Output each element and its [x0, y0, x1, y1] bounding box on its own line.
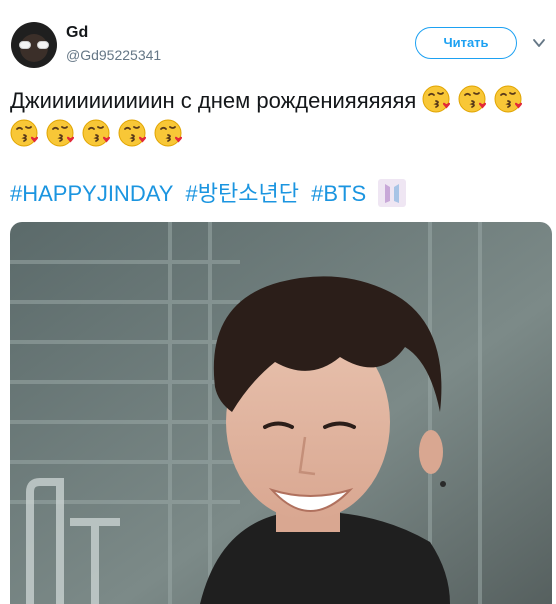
sunglasses-icon [19, 41, 49, 49]
face-blowing-kiss-icon [458, 85, 487, 113]
tweet-message: Джиииииииииин с днем рожденияяяяяя [10, 88, 417, 113]
face-blowing-kiss-icon [118, 119, 147, 147]
bts-logo-icon [378, 179, 407, 207]
face-blowing-kiss-icon [10, 119, 39, 147]
face-blowing-kiss-icon [82, 119, 111, 147]
tweet: Gd @Gd95225341 Читать Джиииииииииин с дн… [0, 0, 556, 604]
avatar[interactable] [11, 22, 57, 68]
hashtag-link[interactable]: #BTS [311, 181, 366, 206]
follow-button[interactable]: Читать [415, 27, 517, 59]
face-blowing-kiss-icon [46, 119, 75, 147]
tweet-text: Джиииииииииин с днем рожденияяяяяя [10, 84, 550, 152]
hashtag-line: #HAPPYJINDAY #방탄소년단 #BTS [10, 177, 407, 211]
username-handle[interactable]: @Gd95225341 [66, 47, 161, 63]
chevron-down-icon[interactable] [532, 36, 546, 50]
face-blowing-kiss-icon [422, 85, 451, 113]
face-blowing-kiss-icon [154, 119, 183, 147]
display-name[interactable]: Gd [66, 24, 88, 42]
face-blowing-kiss-icon [494, 85, 523, 113]
hashtag-link[interactable]: #방탄소년단 [186, 181, 299, 206]
tweet-photo[interactable] [10, 222, 552, 604]
photo-of-smiling-person-icon [10, 222, 552, 604]
hashtag-link[interactable]: #HAPPYJINDAY [10, 181, 173, 206]
